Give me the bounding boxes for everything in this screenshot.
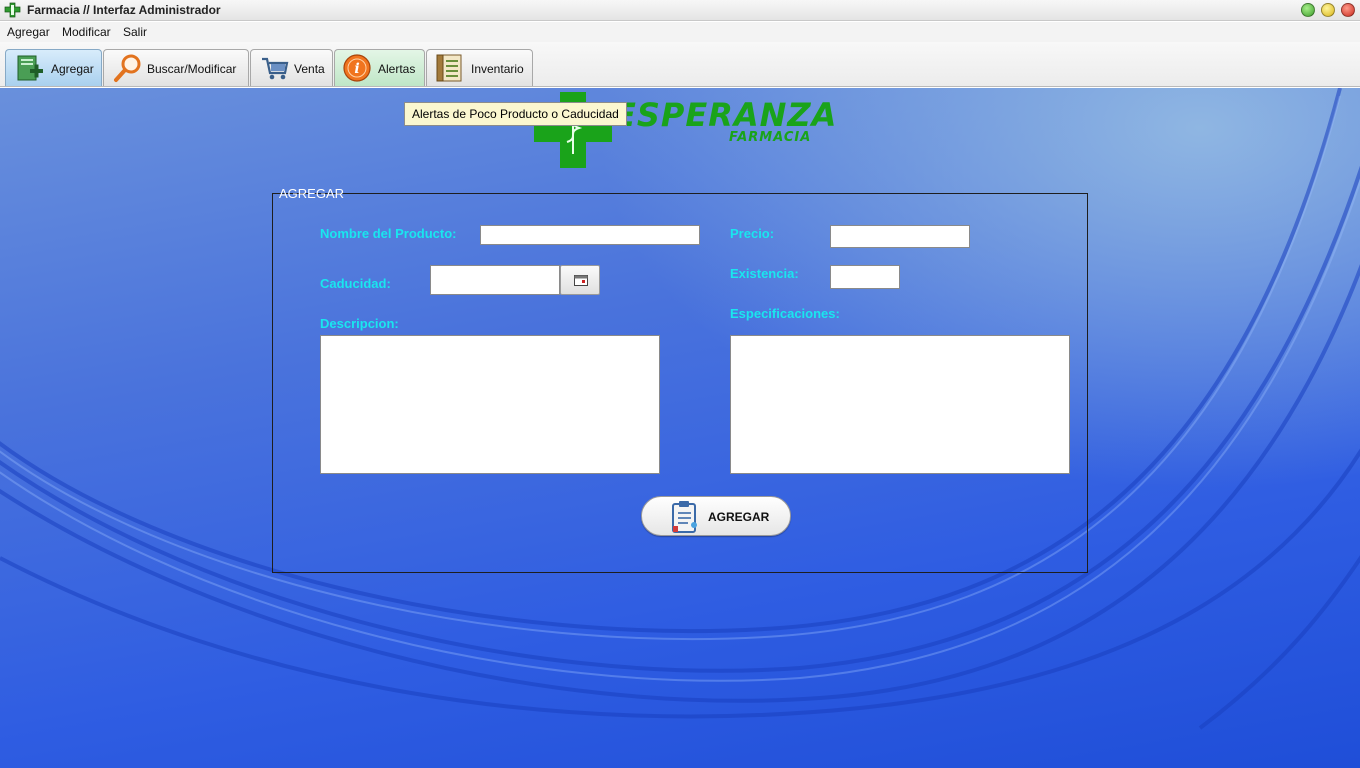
menu-modificar[interactable]: Modificar (62, 25, 111, 39)
tooltip: Alertas de Poco Producto o Caducidad (404, 102, 627, 126)
groupbox-title: AGREGAR (279, 186, 345, 201)
window-title: Farmacia // Interfaz Administrador (27, 3, 221, 17)
calendar-button[interactable] (560, 265, 600, 295)
svg-text:i: i (354, 61, 359, 77)
title-bar: Farmacia // Interfaz Administrador (0, 0, 1360, 21)
inventory-list-icon (435, 53, 465, 83)
descripcion-textarea[interactable] (320, 335, 660, 474)
menu-agregar[interactable]: Agregar (7, 25, 50, 39)
nombre-label: Nombre del Producto: (320, 226, 457, 241)
shopping-cart-icon (260, 53, 290, 83)
existencia-label: Existencia: (730, 266, 799, 281)
agregar-button[interactable]: AGREGAR (641, 496, 791, 536)
tab-label: Buscar/Modificar (147, 62, 237, 76)
tab-label: Agregar (51, 62, 94, 76)
agregar-groupbox: AGREGAR Nombre del Producto: Precio: Cad… (272, 186, 1088, 573)
precio-label: Precio: (730, 226, 775, 241)
tab-buscar-modificar[interactable]: Buscar/Modificar (103, 49, 249, 86)
especificaciones-label: Especificaciones: (730, 306, 840, 321)
tab-label: Venta (294, 62, 325, 76)
add-document-icon (15, 53, 45, 83)
menu-bar: Agregar Modificar Salir (0, 22, 1360, 42)
logo-subtext: FARMACIA (729, 130, 812, 145)
tab-label: Alertas (378, 62, 416, 76)
menu-salir[interactable]: Salir (123, 25, 147, 39)
tab-label: Inventario (471, 62, 524, 76)
tab-venta[interactable]: Venta (250, 49, 333, 86)
nombre-field[interactable] (480, 225, 700, 245)
logo-text: ESPERANZA (614, 96, 838, 134)
magnifier-icon (112, 53, 142, 83)
tab-agregar[interactable]: Agregar (5, 49, 102, 86)
tab-alertas[interactable]: i Alertas (334, 49, 425, 86)
tab-strip: Agregar Buscar/Modificar Venta i Alertas… (0, 42, 1360, 87)
info-alert-icon: i (342, 53, 372, 83)
agregar-button-label: AGREGAR (708, 510, 770, 524)
caducidad-label: Caducidad: (320, 276, 391, 291)
main-content: ESPERANZA FARMACIA Alertas de Poco Produ… (0, 88, 1360, 768)
precio-field[interactable] (830, 225, 970, 248)
tab-inventario[interactable]: Inventario (426, 49, 533, 86)
clipboard-icon (670, 500, 700, 534)
caducidad-field[interactable] (430, 265, 560, 295)
close-button[interactable] (1341, 3, 1355, 17)
calendar-icon (574, 275, 588, 286)
descripcion-label: Descripcion: (320, 316, 399, 331)
pharmacy-cross-icon (4, 2, 22, 18)
minimize-button[interactable] (1301, 3, 1315, 17)
maximize-button[interactable] (1321, 3, 1335, 17)
existencia-field[interactable] (830, 265, 900, 289)
especificaciones-textarea[interactable] (730, 335, 1070, 474)
